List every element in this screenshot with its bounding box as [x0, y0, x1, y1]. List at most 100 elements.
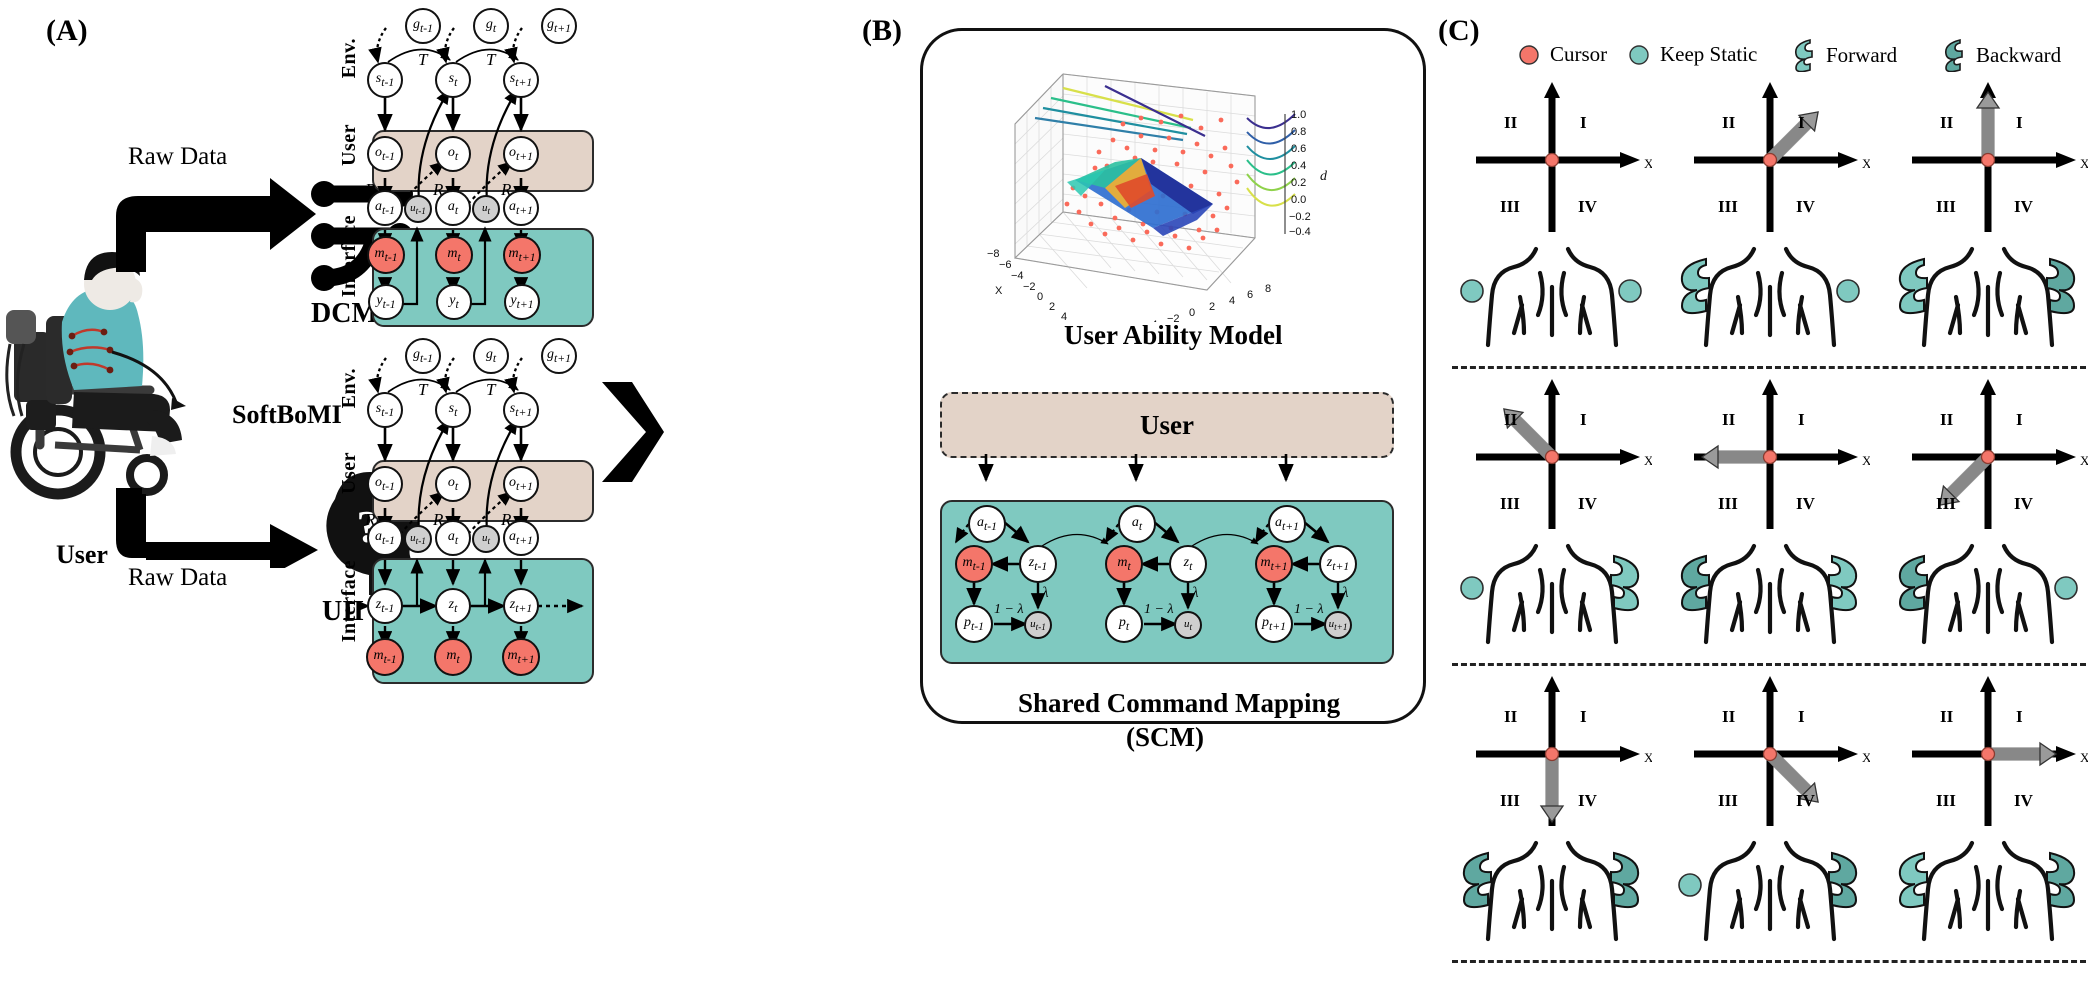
y-axis-arrowhead	[1980, 676, 1996, 692]
torso-diagram	[1898, 246, 2076, 348]
quadrant-label-I: I	[1798, 410, 1805, 429]
quadrant-label-III: III	[1718, 197, 1738, 216]
node-g-t-uii: gt	[473, 338, 509, 374]
x-axis-label: X	[2080, 750, 2088, 765]
svg-text:0.4: 0.4	[1291, 160, 1306, 172]
quadrant-cell[interactable]: X Y I II III IV	[1888, 365, 2092, 544]
torso-cell[interactable]	[1670, 239, 1874, 360]
legend-forward: Forward	[1790, 38, 1897, 72]
x-axis-label: X	[2080, 453, 2088, 468]
svg-text:4: 4	[1229, 295, 1235, 307]
x-axis-arrowhead	[2056, 449, 2076, 465]
y-axis-label: Y	[1546, 82, 1556, 83]
keep-static-marker	[2054, 576, 2078, 600]
keep-static-marker	[1460, 279, 1484, 303]
y-axis-arrowhead	[1762, 676, 1778, 692]
backward-ribbon-icon	[1898, 554, 1928, 612]
x-axis-label: X	[1862, 453, 1870, 468]
y-axis-label: Y	[1982, 82, 1992, 83]
node-o-t-uii: ot	[435, 466, 471, 502]
quadrant-cell[interactable]: X Y I II III IV	[1452, 68, 1656, 247]
quadrant-label-IV: IV	[2014, 791, 2034, 810]
x-axis-label: X	[1644, 156, 1652, 171]
node-z-t-scm: zt	[1169, 545, 1207, 583]
quadrant-label-II: II	[1722, 113, 1736, 132]
quadrant-label-III: III	[1936, 494, 1956, 513]
quadrant-cell[interactable]: X Y I II III IV	[1888, 662, 2092, 841]
legend-cursor: Cursor	[1518, 42, 1607, 67]
x-axis-label: X	[1862, 750, 1870, 765]
quadrant-label-I: I	[1798, 113, 1805, 132]
x-axis-arrowhead	[1620, 449, 1640, 465]
quadrant-cell[interactable]: X Y I II III IV	[1670, 365, 1874, 544]
quadrant-cell[interactable]: X Y I II III IV	[1888, 68, 2092, 247]
swimlane-user-uii: User	[338, 452, 360, 494]
node-y-t-1-dcm: yt-1	[368, 284, 404, 320]
node-s-t1-dcm: st+1	[503, 62, 539, 98]
torso-cell[interactable]	[1452, 536, 1656, 657]
quadrant-diagram: X Y I II III IV	[1694, 365, 1872, 529]
node-o-t-dcm: ot	[435, 136, 471, 172]
user-caption: User	[56, 540, 108, 569]
torso-cell[interactable]	[1888, 536, 2092, 657]
y-axis-arrowhead	[1980, 379, 1996, 395]
quadrant-cell[interactable]: X Y I II III IV	[1670, 68, 1874, 247]
node-o-t1-uii: ot+1	[503, 466, 539, 502]
scm-user-plate-label: User	[1140, 409, 1194, 440]
quadrant-cell[interactable]: X Y I II III IV	[1452, 365, 1656, 544]
raw-data-top-arrow	[116, 178, 316, 272]
torso-cell[interactable]	[1670, 536, 1874, 657]
torso-cell[interactable]	[1452, 239, 1656, 360]
quadrant-label-IV: IV	[1796, 791, 1816, 810]
svg-text:2: 2	[1209, 301, 1215, 313]
node-z-t1-uii: zt+1	[503, 588, 539, 624]
legend-backward: Backward	[1940, 38, 2061, 72]
y-axis-label: Y	[1546, 379, 1556, 380]
x-axis-arrowhead	[1838, 152, 1858, 168]
user-ability-model-title: User Ability Model	[1064, 320, 1283, 350]
torso-row	[1452, 833, 2092, 954]
softbomi-label: SoftBoMI	[232, 400, 342, 429]
torso-cell[interactable]	[1452, 833, 1656, 954]
torso-cell[interactable]	[1888, 833, 2092, 954]
node-u-t1-scm: ut+1	[1324, 611, 1352, 639]
x-axis-arrowhead	[2056, 152, 2076, 168]
swimlane-env-uii: Env.	[338, 368, 360, 409]
quadrant-label-IV: IV	[1578, 791, 1598, 810]
quadrant-diagram: X Y I II III IV	[1476, 68, 1654, 232]
x-axis-label: X	[995, 285, 1003, 297]
quadrant-diagram: X Y I II III IV	[1694, 662, 1872, 826]
quadrant-label-I: I	[2016, 113, 2023, 132]
node-o-t-1-dcm: ot-1	[367, 136, 403, 172]
torso-diagram	[1678, 840, 1858, 942]
node-z-t-uii: zt	[435, 588, 471, 624]
svg-text:0.0: 0.0	[1291, 194, 1306, 206]
quadrant-row: X Y I II III IV X Y I II III IV	[1452, 662, 2092, 841]
x-axis-arrowhead	[1620, 152, 1640, 168]
panel-c-letter: (C)	[1438, 14, 1480, 47]
torso-diagram	[1898, 543, 2078, 645]
node-a-t-uii: at	[435, 520, 471, 556]
quadrant-label-IV: IV	[1796, 494, 1816, 513]
cursor-marker	[1544, 449, 1560, 465]
quadrant-cell[interactable]: X Y I II III IV	[1452, 662, 1656, 841]
quadrant-label-III: III	[1718, 791, 1738, 810]
torso-cell[interactable]	[1888, 239, 2092, 360]
quadrant-diagram: X Y I II III IV	[1912, 365, 2090, 529]
node-s-t-1-uii: st-1	[367, 392, 403, 428]
node-y-t1-dcm: yt+1	[504, 284, 540, 320]
quadrant-cell[interactable]: X Y I II III IV	[1670, 662, 1874, 841]
x-axis-label: X	[1862, 156, 1870, 171]
y-axis-label: Y	[1982, 379, 1992, 380]
node-u-t-uii: ut	[472, 525, 500, 553]
svg-text:−0.4: −0.4	[1289, 226, 1311, 238]
node-o-t-1-uii: ot-1	[367, 466, 403, 502]
cursor-marker	[1544, 746, 1560, 762]
scm-title-line1: Shared Command Mapping	[1018, 688, 1341, 718]
backward-ribbon-icon	[1944, 38, 1963, 72]
node-a-t1-dcm: at+1	[503, 190, 539, 226]
svg-text:8: 8	[1265, 283, 1271, 295]
torso-cell[interactable]	[1670, 833, 1874, 954]
quadrant-label-II: II	[1940, 113, 1954, 132]
legend-cursor-label: Cursor	[1550, 42, 1608, 66]
